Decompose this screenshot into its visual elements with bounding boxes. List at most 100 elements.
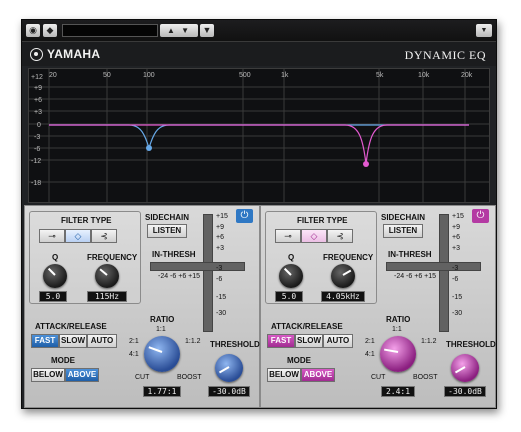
- band1-lowshelf-button[interactable]: ⊸: [39, 229, 65, 243]
- band2-ratio-1-1: 1:1: [392, 326, 402, 333]
- band1-ratio-knob[interactable]: [144, 336, 180, 372]
- band2-filter-type-label: FILTER TYPE: [297, 216, 348, 225]
- brand-logo: YAMAHA: [30, 47, 100, 61]
- top-toolbar: ◉ ◆ ▲ ▼ ▼ ▼: [22, 20, 496, 42]
- band2-mode-label: MODE: [287, 356, 311, 365]
- band2-slow-button[interactable]: SLOW: [295, 334, 323, 348]
- band1-listen-button[interactable]: LISTEN: [147, 224, 187, 238]
- band1-sidechain-label: SIDECHAIN: [145, 213, 190, 222]
- band2-ratio-value[interactable]: 2.4:1: [381, 386, 415, 397]
- freq-label: 10k: [418, 72, 430, 79]
- band1-in-thresh-label: IN-THRESH: [152, 250, 196, 259]
- band2-thresh-scale: -24 -6 +6 +15: [394, 273, 437, 280]
- band1-frequency-knob[interactable]: [95, 264, 119, 288]
- band2-below-button[interactable]: BELOW: [267, 368, 301, 382]
- band1-node[interactable]: [146, 145, 152, 151]
- band1-threshold-knob[interactable]: [215, 354, 243, 382]
- band1-auto-button[interactable]: AUTO: [87, 334, 117, 348]
- db-label: +12: [31, 74, 43, 81]
- band1-threshold-value[interactable]: -30.0dB: [208, 386, 250, 397]
- band2-sidechain-label: SIDECHAIN: [381, 213, 426, 222]
- band1-slow-button[interactable]: SLOW: [59, 334, 87, 348]
- freq-label: 500: [239, 72, 251, 79]
- eq-graph-svg: 20 50 100 500 1k 5k 10k 20k +12 +9 +6 +3…: [29, 69, 489, 202]
- db-label: -3: [34, 134, 40, 141]
- eq-graph[interactable]: 20 50 100 500 1k 5k 10k 20k +12 +9 +6 +3…: [28, 68, 490, 203]
- band2-boost-label: BOOST: [413, 374, 438, 381]
- band1-gain-meter: [203, 214, 213, 332]
- band2-frequency-knob[interactable]: [331, 264, 355, 288]
- band2-frequency-label: FREQUENCY: [323, 253, 374, 262]
- brand-name: YAMAHA: [47, 47, 101, 61]
- band2-bell-button[interactable]: ◇: [301, 229, 327, 243]
- band1-cut-label: CUT: [135, 374, 150, 381]
- band2-q-label: Q: [288, 253, 295, 262]
- band2-ratio-2-1: 2:1: [365, 338, 375, 345]
- band2-in-thresh-label: IN-THRESH: [388, 250, 432, 259]
- preset-dropdown-icon[interactable]: ▼: [200, 24, 214, 37]
- band1-meter-scale: +15 +9 +6 +3 -3 -6 -15 -30: [216, 213, 228, 317]
- preset-name-field[interactable]: [62, 24, 158, 37]
- db-label: +3: [34, 109, 42, 116]
- band1-q-knob[interactable]: [43, 264, 67, 288]
- band2-q-value[interactable]: 5.0: [275, 291, 303, 302]
- freq-label: 5k: [376, 72, 384, 79]
- band2-q-knob[interactable]: [279, 264, 303, 288]
- back-icon[interactable]: ◆: [43, 24, 57, 37]
- band2-lowshelf-button[interactable]: ⊸: [275, 229, 301, 243]
- band1-highshelf-button[interactable]: ⊰: [91, 229, 117, 243]
- band2-ratio-label: RATIO: [386, 315, 411, 324]
- db-label: -6: [34, 146, 40, 153]
- freq-label: 1k: [281, 72, 289, 79]
- band2-attack-release-label: ATTACK/RELEASE: [271, 322, 343, 331]
- bypass-icon[interactable]: ◉: [26, 24, 40, 37]
- band1-above-button[interactable]: ABOVE: [65, 368, 99, 382]
- band1-q-value[interactable]: 5.0: [39, 291, 67, 302]
- yamaha-tuning-fork-icon: [30, 47, 43, 61]
- band2-auto-button[interactable]: AUTO: [323, 334, 353, 348]
- band2-curve: [49, 124, 469, 165]
- band1-fast-button[interactable]: FAST: [31, 334, 59, 348]
- band1-ratio-1-1: 1:1: [156, 326, 166, 333]
- band2-ratio-4-1: 4:1: [365, 351, 375, 358]
- preset-arrows[interactable]: ▲ ▼: [160, 24, 198, 37]
- band1-ratio-1-12: 1:1.2: [185, 338, 201, 345]
- band1-below-button[interactable]: BELOW: [31, 368, 65, 382]
- freq-label: 20: [49, 72, 57, 79]
- band2-threshold-value[interactable]: -30.0dB: [444, 386, 486, 397]
- band2-frequency-value[interactable]: 4.05kHz: [321, 291, 365, 302]
- product-title: DYNAMIC EQ: [404, 48, 486, 62]
- band1-ratio-value[interactable]: 1.77:1: [143, 386, 181, 397]
- band2-node[interactable]: [363, 161, 369, 167]
- band1-q-label: Q: [52, 253, 59, 262]
- band2-ratio-1-12: 1:1.2: [421, 338, 437, 345]
- band2-fast-button[interactable]: FAST: [267, 334, 295, 348]
- freq-label: 100: [143, 72, 155, 79]
- db-label: +9: [34, 85, 42, 92]
- band1-bell-button[interactable]: ◇: [65, 229, 91, 243]
- band1-boost-label: BOOST: [177, 374, 202, 381]
- band1-ratio-2-1: 2:1: [129, 338, 139, 345]
- band2-threshold-label: THRESHOLD: [446, 340, 496, 349]
- dynamic-eq-plugin: ◉ ◆ ▲ ▼ ▼ ▼ YAMAHA DYNAMIC EQ 20 50 100 …: [21, 19, 497, 409]
- band2-highshelf-button[interactable]: ⊰: [327, 229, 353, 243]
- freq-label: 20k: [461, 72, 473, 79]
- band1-ratio-label: RATIO: [150, 315, 175, 324]
- band2-above-button[interactable]: ABOVE: [301, 368, 335, 382]
- band2-meter-scale: +15 +9 +6 +3 -3 -6 -15 -30: [452, 213, 464, 317]
- band1-panel: ⏻ FILTER TYPE ⊸ ◇ ⊰ Q 5.0 FREQUENCY 115H…: [24, 205, 260, 408]
- band2-gain-meter: [439, 214, 449, 332]
- band2-power-icon[interactable]: ⏻: [472, 209, 489, 223]
- band1-frequency-value[interactable]: 115Hz: [87, 291, 127, 302]
- db-label: 0: [37, 122, 41, 129]
- title-bar: YAMAHA DYNAMIC EQ: [22, 42, 496, 66]
- band2-ratio-knob[interactable]: [380, 336, 416, 372]
- band2-listen-button[interactable]: LISTEN: [383, 224, 423, 238]
- band1-mode-label: MODE: [51, 356, 75, 365]
- menu-dropdown-icon[interactable]: ▼: [476, 24, 492, 37]
- band2-threshold-knob[interactable]: [451, 354, 479, 382]
- band1-filter-type-label: FILTER TYPE: [61, 216, 112, 225]
- band1-power-icon[interactable]: ⏻: [236, 209, 253, 223]
- db-label: -18: [31, 180, 41, 187]
- band1-attack-release-label: ATTACK/RELEASE: [35, 322, 107, 331]
